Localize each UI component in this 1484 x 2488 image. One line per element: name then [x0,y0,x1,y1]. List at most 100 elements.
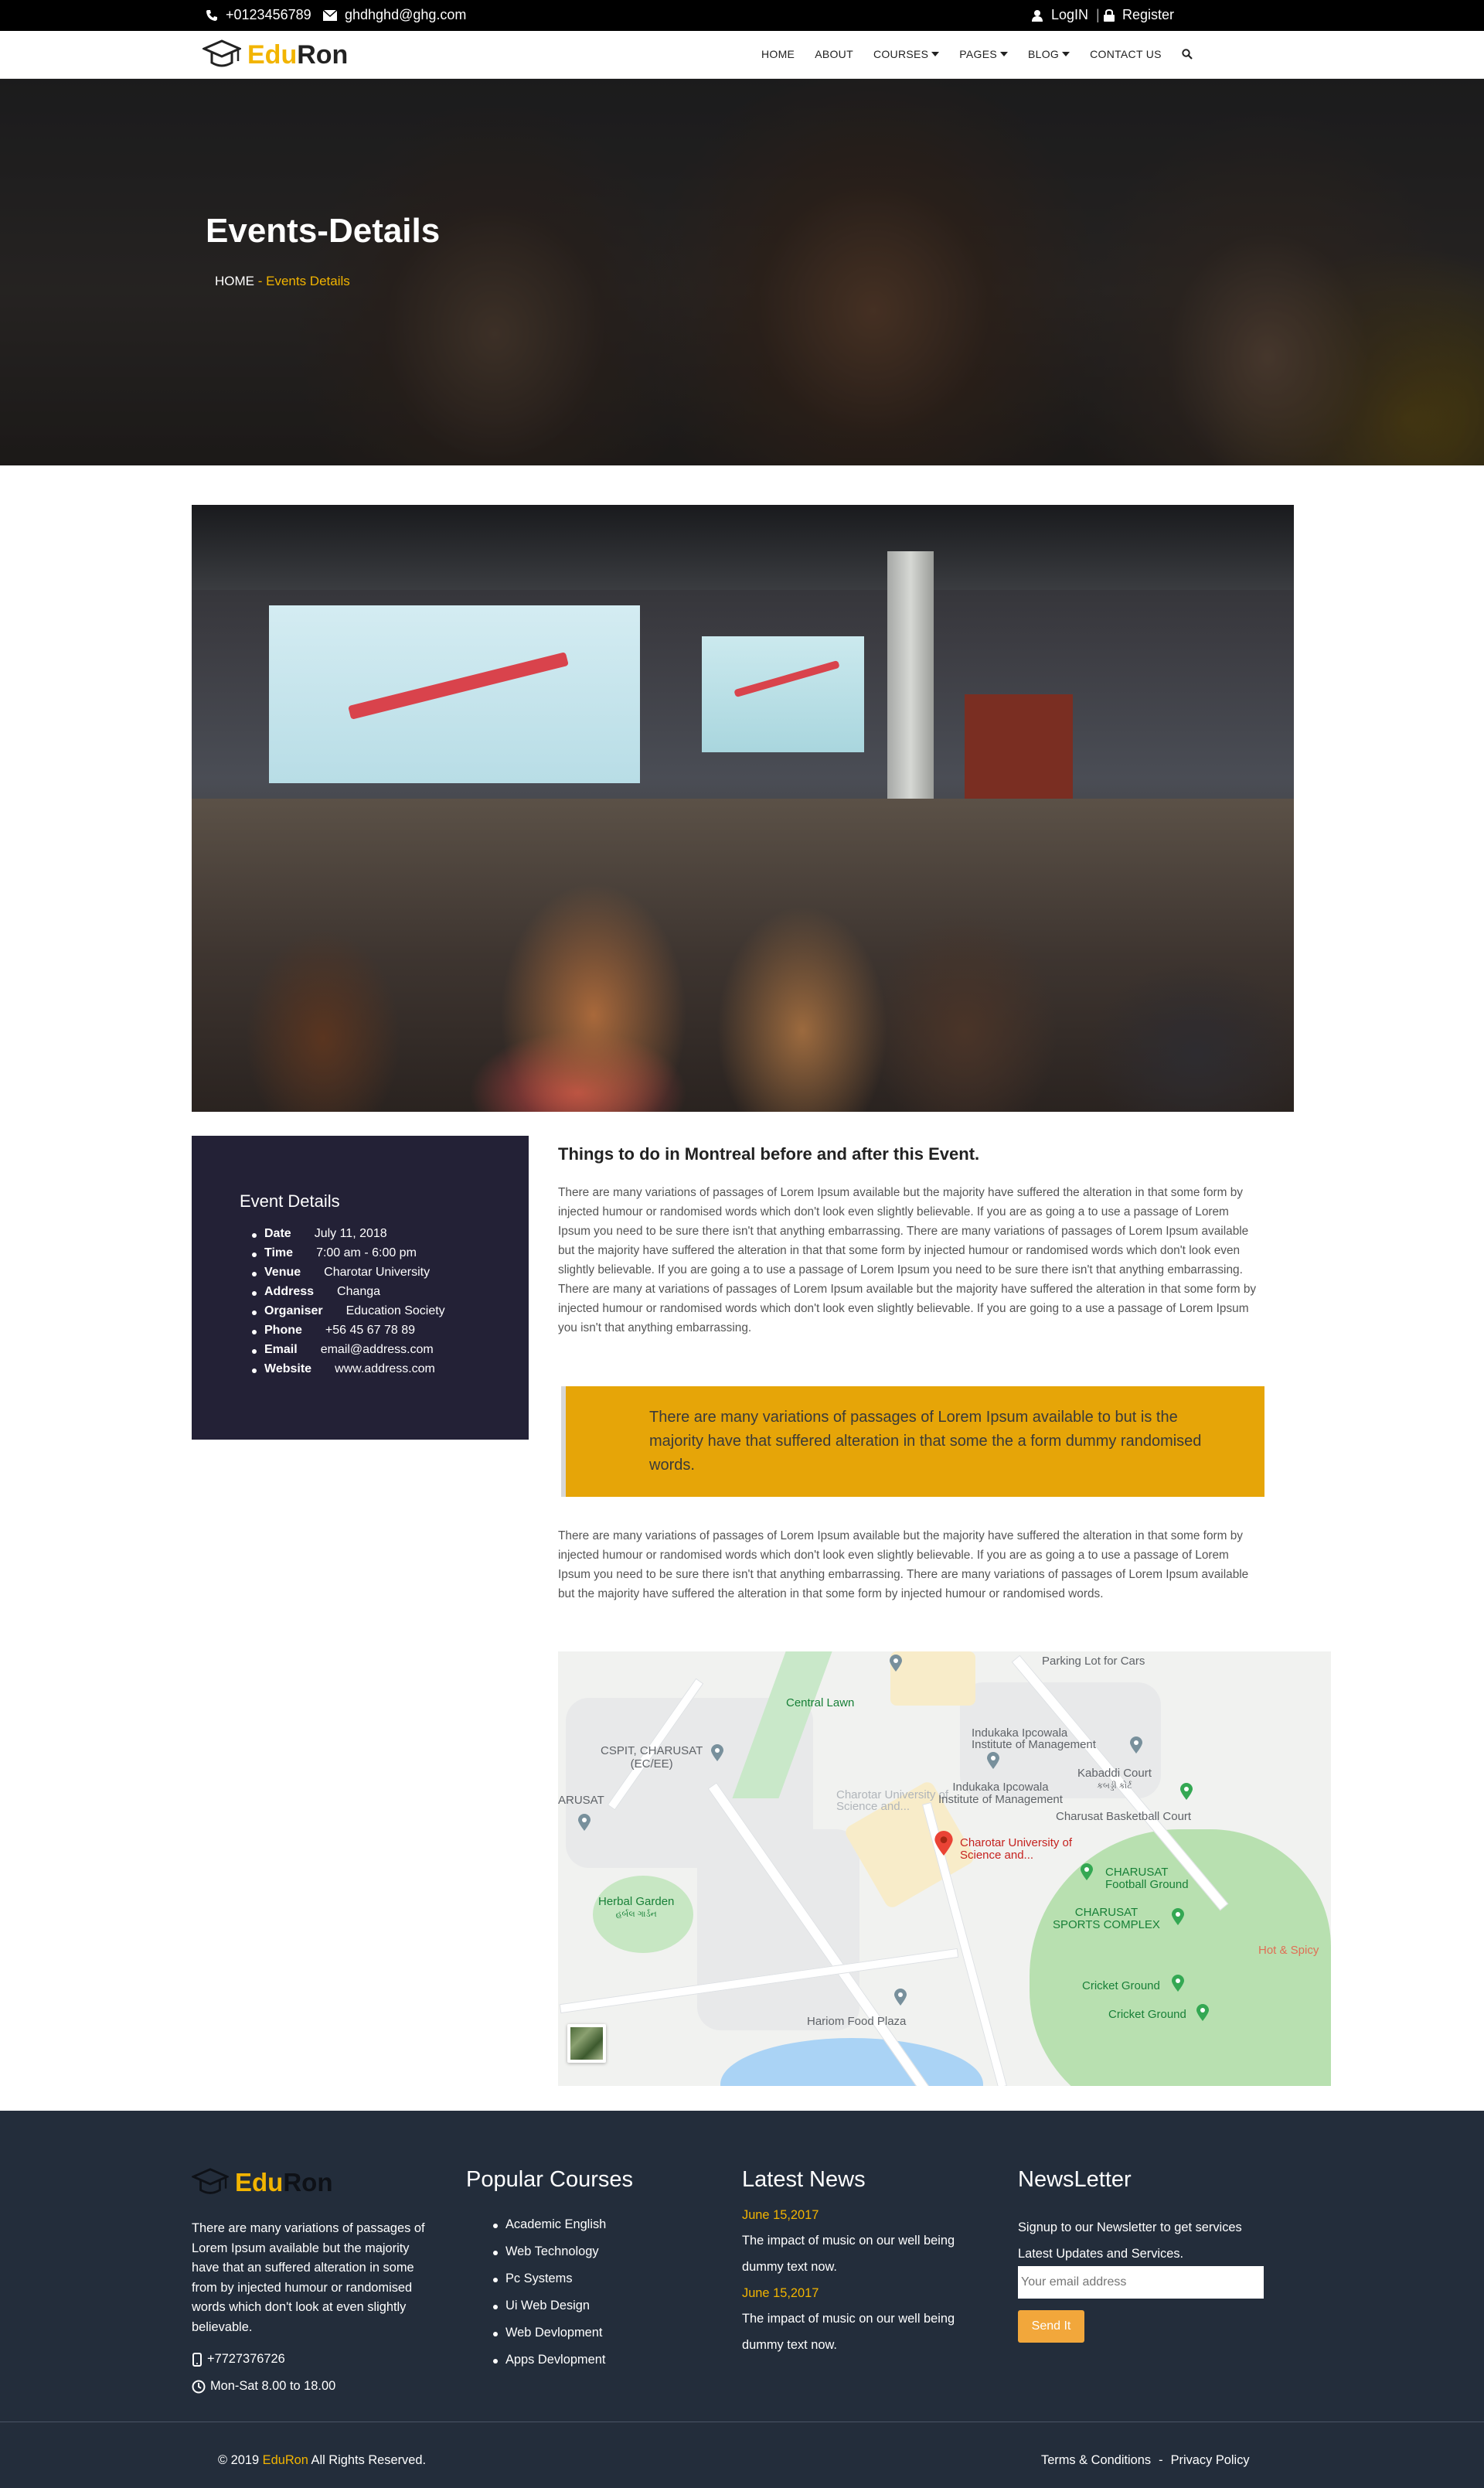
detail-value[interactable]: www.address.com [335,1362,435,1382]
detail-row-phone: Phone +56 45 67 78 89 [252,1324,445,1343]
detail-key: Website [264,1362,312,1375]
location-map[interactable]: Parking Lot for Cars Central Lawn Induka… [558,1651,1331,2086]
copyright-brand-link[interactable]: EduRon [263,2453,308,2467]
photo-screen-left [269,605,640,783]
register-link[interactable]: Register [1104,7,1174,23]
map-label: CSPIT, CHARUSAT (EC/EE) [601,1744,703,1771]
map-pin-icon[interactable] [1180,1783,1193,1800]
map-satellite-toggle[interactable] [567,2024,606,2063]
site-footer: EduRon There are many variations of pass… [0,2111,1484,2488]
footer-courses-title: Popular Courses [466,2167,633,2192]
map-pin-icon[interactable] [894,1989,907,2006]
map-pin-icon[interactable] [987,1752,999,1769]
nav-contact[interactable]: CONTACT US [1080,46,1172,62]
map-pin-icon[interactable] [1172,1908,1184,1925]
map-label-line: Football Ground [1105,1878,1189,1891]
map-label: ARUSAT [558,1794,604,1807]
map-label-line: Institute of Management [972,1738,1096,1751]
map-label: Central Lawn [786,1696,855,1709]
topbar-phone[interactable]: +0123456789 [206,7,311,23]
map-pin-icon[interactable] [890,1655,902,1672]
news-link[interactable]: The impact of music on our well being du… [742,2227,982,2280]
page-hero-banner: Events-Details HOME - Events Details [0,79,1484,465]
detail-key: Time [264,1246,294,1259]
terms-link[interactable]: Terms & Conditions [1041,2453,1151,2468]
breadcrumb-home[interactable]: HOME [215,274,254,288]
map-label: CHARUSAT SPORTS COMPLEX [1053,1907,1160,1931]
detail-value: Charotar University [324,1266,431,1279]
brand-logo[interactable]: EduRon [203,38,348,72]
newsletter-text: Signup to our Newsletter to get services… [1018,2220,1242,2261]
footer-course-link[interactable]: Academic English [492,2217,606,2244]
map-label-line: SPORTS COMPLEX [1053,1918,1160,1931]
detail-row-website: Website www.address.com [252,1362,445,1382]
nav-courses[interactable]: COURSES [863,46,949,62]
footer-hours-text: Mon-Sat 8.00 to 18.00 [210,2379,336,2393]
footer-description: There are many variations of passages of… [192,2221,425,2334]
news-link[interactable]: The impact of music on our well being du… [742,2306,982,2358]
newsletter-email-input[interactable] [1018,2266,1264,2299]
map-label: Parking Lot for Cars [1042,1655,1145,1668]
breadcrumb: HOME - Events Details [215,274,350,289]
topbar-email[interactable]: ghdhghd@ghg.com [323,7,466,23]
map-label-line: CHARUSAT [1105,1866,1169,1879]
map-label: Cricket Ground [1082,1979,1160,1992]
map-pin-icon[interactable] [711,1744,723,1761]
map-label: Charusat Basketball Court [1056,1810,1192,1823]
map-label: Hot & Spicy [1258,1944,1319,1957]
footer-course-link[interactable]: Web Devlopment [492,2326,606,2353]
detail-row-organiser: Organiser Education Society [252,1304,445,1324]
main-navbar: EduRon HOME ABOUT COURSES PAGES BLOG CON… [0,31,1484,79]
map-label: Cricket Ground [1108,2008,1186,2021]
footer-course-link[interactable]: Pc Systems [492,2272,606,2299]
footer-phone-text: +7727376726 [207,2352,285,2366]
graduation-cap-icon [203,39,241,67]
nav-home[interactable]: HOME [751,46,805,62]
map-label-line: કબડ્ડી કોર્ટ [1097,1781,1132,1791]
map-building [890,1651,975,1706]
map-label: CHARUSAT Football Ground [1105,1866,1189,1891]
map-label-line: Kabaddi Court [1077,1767,1152,1780]
map-label-line: Institute of Management [938,1793,1063,1806]
footer-course-link[interactable]: Apps Devlopment [492,2353,606,2380]
detail-row-date: Date July 11, 2018 [252,1227,445,1246]
event-details-panel: Event Details Date July 11, 2018 Time 7:00… [192,1136,529,1440]
caret-down-icon [999,52,1008,56]
copyright-prefix: © 2019 [218,2453,263,2467]
map-pin-icon[interactable] [1196,2004,1209,2021]
content-title: Things to do in Montreal before and afte… [558,1144,980,1164]
map-label: Charotar University of Science and... [960,1837,1072,1862]
map-label-line: Science and... [960,1849,1034,1862]
login-link[interactable]: LogIN | [1031,7,1100,23]
top-bar: +0123456789 ghdhghd@ghg.com LogIN | Regi… [0,0,1484,31]
map-pin-icon[interactable] [1172,1975,1184,1992]
footer-courses-list: Academic English Web Technology Pc Syste… [492,2217,606,2380]
map-block [697,1829,859,2030]
detail-value: Changa [337,1285,381,1298]
caret-down-icon [1062,52,1070,56]
map-pin-icon[interactable] [1130,1736,1142,1754]
detail-value[interactable]: email@address.com [321,1343,434,1362]
footer-logo[interactable]: EduRon [192,2166,332,2199]
legal-separator: - [1159,2453,1163,2467]
breadcrumb-separator: - [254,274,267,288]
event-photo [192,505,1294,1112]
detail-key: Date [264,1227,291,1240]
mobile-icon [192,2352,202,2367]
search-button[interactable] [1172,46,1203,62]
map-marker-icon[interactable] [934,1831,953,1856]
footer-course-link[interactable]: Ui Web Design [492,2299,606,2326]
content-paragraph-1: There are many variations of passages of… [558,1186,1257,1334]
privacy-link[interactable]: Privacy Policy [1171,2453,1250,2468]
nav-pages-label: PAGES [959,48,997,60]
nav-pages[interactable]: PAGES [949,46,1018,62]
newsletter-send-button[interactable]: Send It [1018,2310,1084,2343]
topbar-email-text: ghdhghd@ghg.com [345,7,467,22]
footer-course-link[interactable]: Web Technology [492,2244,606,2272]
detail-value: Education Society [345,1304,445,1317]
login-label: LogIN [1051,7,1089,22]
map-pin-icon[interactable] [1081,1863,1093,1880]
nav-blog[interactable]: BLOG [1018,46,1080,62]
map-pin-icon[interactable] [578,1814,591,1831]
nav-about[interactable]: ABOUT [805,46,863,62]
